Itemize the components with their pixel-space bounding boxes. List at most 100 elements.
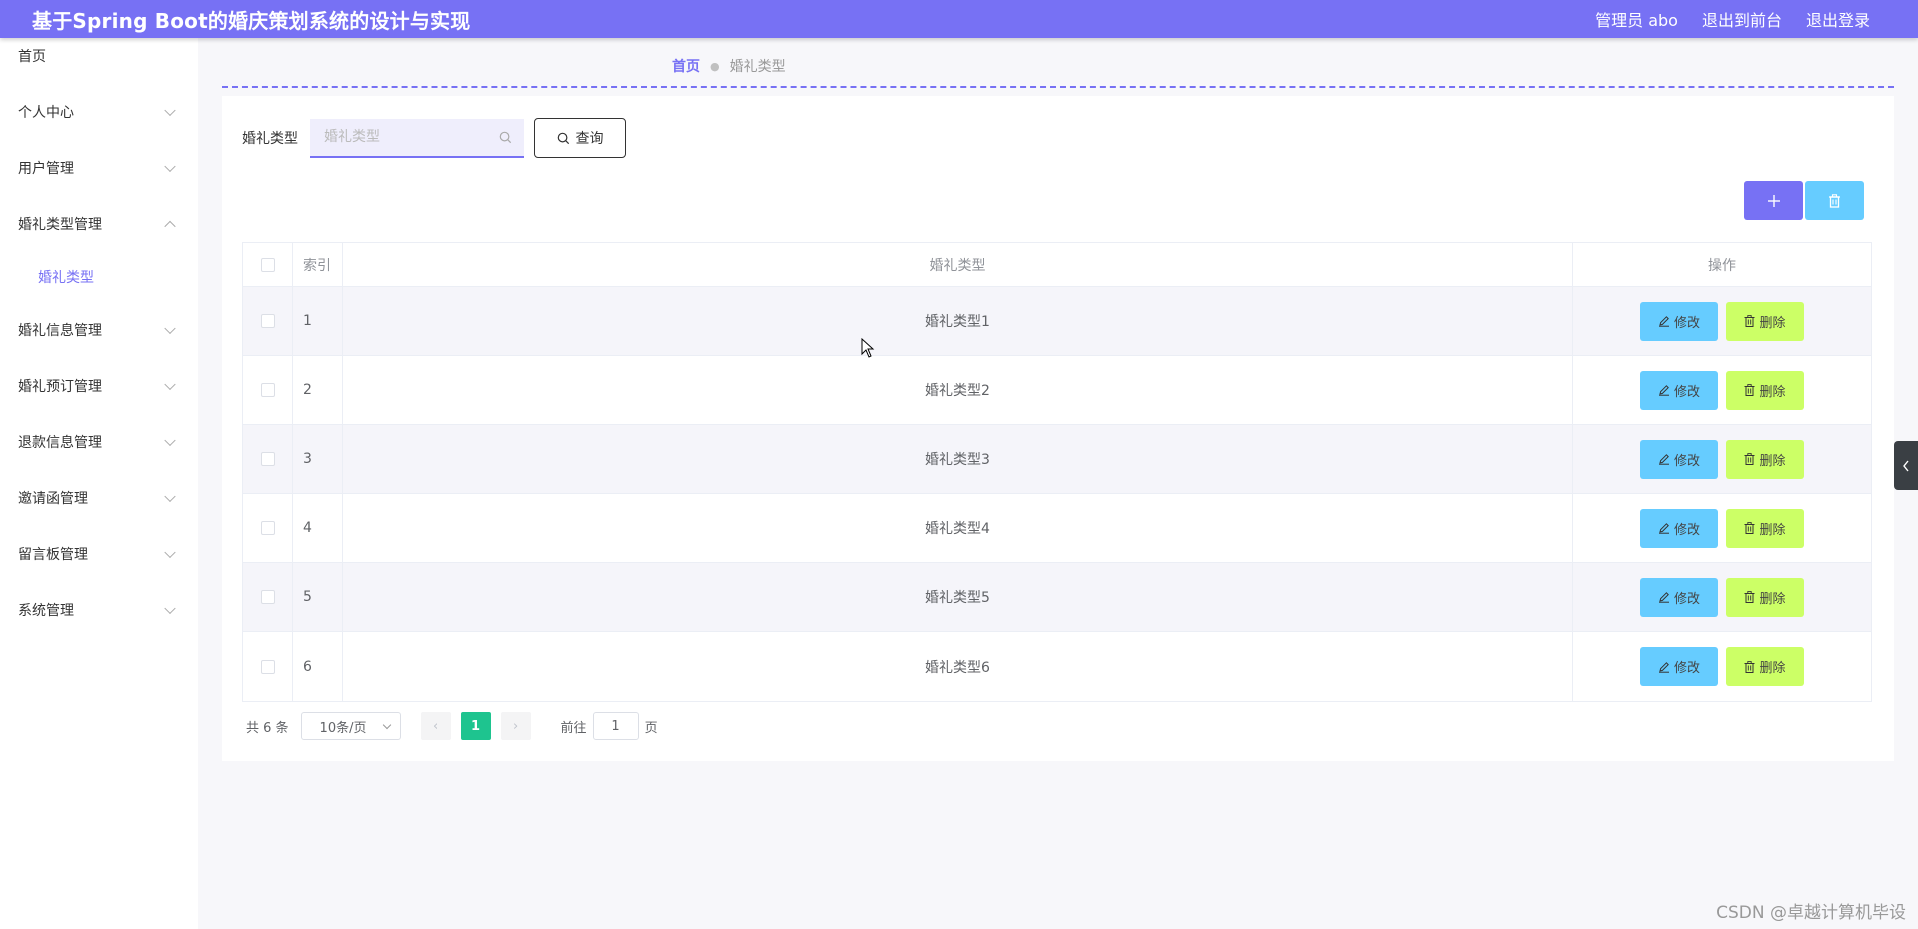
sidebar-item-wedding-info[interactable]: 婚礼信息管理 [0, 302, 198, 358]
edit-icon [1658, 592, 1669, 603]
sidebar-item-booking[interactable]: 婚礼预订管理 [0, 358, 198, 414]
toolbar [1744, 181, 1864, 220]
table-row: 6 婚礼类型6 修改 删除 [243, 632, 1871, 701]
chevron-right-icon: › [512, 718, 519, 734]
mouse-cursor-icon [861, 338, 875, 358]
app-title: 基于Spring Boot的婚庆策划系统的设计与实现 [32, 8, 471, 33]
sidebar-subitem-label: 婚礼类型 [38, 270, 94, 286]
search-icon [557, 132, 569, 144]
edit-button[interactable]: 修改 [1640, 439, 1718, 479]
sidebar-item-profile[interactable]: 个人中心 [0, 84, 198, 140]
page-size-select[interactable]: 10条/页 [300, 712, 401, 740]
sidebar-item-label: 用户管理 [18, 161, 74, 177]
chevron-down-icon [164, 490, 176, 503]
header-actions: 管理员 abo 退出到前台 退出登录 [1571, 7, 1870, 31]
row-checkbox[interactable] [260, 314, 275, 328]
logout-link[interactable]: 退出登录 [1806, 7, 1870, 31]
sidebar-subitem-wedding-type[interactable]: 婚礼类型 [0, 252, 198, 302]
select-all-checkbox[interactable] [260, 257, 275, 272]
row-wedding-type: 婚礼类型2 [343, 356, 1573, 424]
sidebar-item-label: 婚礼预订管理 [18, 379, 102, 395]
row-check-cell [243, 287, 293, 355]
delete-button[interactable]: 删除 [1726, 439, 1804, 479]
delete-button[interactable]: 删除 [1726, 370, 1804, 410]
page-suffix: 页 [644, 720, 658, 736]
search-input[interactable] [310, 128, 496, 146]
sidebar-item-label: 个人中心 [18, 105, 74, 121]
trash-icon [1744, 315, 1755, 327]
to-frontend-link[interactable]: 退出到前台 [1702, 7, 1782, 31]
row-checkbox[interactable] [260, 590, 275, 604]
row-check-cell [243, 494, 293, 562]
user-label: 管理员 abo [1595, 11, 1678, 30]
row-actions: 修改 删除 [1573, 356, 1871, 424]
sidebar-item-wedding-type-mgmt[interactable]: 婚礼类型管理 [0, 196, 198, 252]
trash-icon [1829, 193, 1840, 208]
delete-button[interactable]: 删除 [1726, 647, 1804, 686]
edit-button-label: 修改 [1673, 661, 1700, 676]
goto-page-input[interactable] [592, 712, 639, 740]
column-header-actions: 操作 [1708, 257, 1736, 274]
header-check-cell [243, 243, 293, 286]
pagination: 共 6 条 10条/页 ‹ 1 › 前往 页 [246, 712, 658, 740]
sidebar-item-refund[interactable]: 退款信息管理 [0, 414, 198, 470]
edit-button[interactable]: 修改 [1640, 508, 1718, 548]
edit-button[interactable]: 修改 [1640, 370, 1718, 410]
row-actions: 修改 删除 [1573, 425, 1871, 493]
sidebar-item-invitation[interactable]: 邀请函管理 [0, 470, 198, 526]
sidebar-item-label: 留言板管理 [18, 547, 88, 563]
search-icon [499, 131, 512, 143]
edit-button-label: 修改 [1673, 522, 1700, 538]
sidebar-item-users[interactable]: 用户管理 [0, 140, 198, 196]
collapse-panel-handle[interactable] [1894, 441, 1918, 490]
data-table: 索引 婚礼类型 操作 1 婚礼类型1 修改 删除 2 婚礼类型2 修改 删除 3 婚礼类型3 修改删… [242, 242, 1872, 702]
delete-button-label: 删除 [1759, 661, 1786, 676]
query-button[interactable]: 查询 [534, 118, 626, 158]
row-actions: 修改 删除 [1573, 563, 1871, 631]
row-index: 1 [293, 287, 343, 355]
row-checkbox[interactable] [260, 521, 275, 535]
divider [222, 86, 1894, 88]
sidebar: 首页 个人中心 用户管理 婚礼类型管理 婚礼类型 婚礼信息管理 婚礼预订管理 退… [0, 38, 198, 929]
row-checkbox[interactable] [260, 383, 275, 397]
delete-button[interactable]: 删除 [1726, 301, 1804, 341]
main-panel: 婚礼类型 查询 [222, 96, 1894, 761]
page-size-value: 10条/页 [319, 720, 367, 736]
trash-icon [1744, 660, 1755, 673]
breadcrumb-home[interactable]: 首页 [672, 56, 700, 76]
row-index: 2 [293, 356, 343, 424]
row-checkbox[interactable] [260, 659, 275, 674]
delete-button-label: 删除 [1759, 315, 1786, 331]
chevron-down-icon [164, 378, 176, 391]
row-index: 5 [293, 563, 343, 631]
row-actions: 修改 删除 [1573, 287, 1871, 355]
delete-button[interactable]: 删除 [1726, 577, 1804, 617]
prev-page-button[interactable]: ‹ [420, 712, 451, 740]
delete-button-label: 删除 [1759, 453, 1786, 469]
row-check-cell [243, 632, 293, 701]
delete-button[interactable]: 删除 [1726, 508, 1804, 548]
row-index: 4 [293, 494, 343, 562]
sidebar-item-label: 邀请函管理 [18, 491, 88, 507]
table-row: 1 婚礼类型1 修改 删除 [243, 287, 1871, 356]
edit-button[interactable]: 修改 [1640, 301, 1718, 341]
edit-button[interactable]: 修改 [1640, 577, 1718, 617]
add-button[interactable] [1744, 181, 1803, 220]
next-page-button[interactable]: › [500, 712, 531, 740]
sidebar-item-system[interactable]: 系统管理 [0, 582, 198, 638]
column-header-index: 索引 [293, 243, 343, 286]
row-wedding-type: 婚礼类型4 [343, 494, 1573, 562]
page-number-button[interactable]: 1 [460, 712, 491, 740]
edit-button-label: 修改 [1673, 315, 1700, 331]
search-label: 婚礼类型 [242, 131, 298, 147]
batch-delete-button[interactable] [1805, 181, 1864, 220]
chevron-left-icon: ‹ [432, 718, 439, 734]
row-checkbox[interactable] [260, 452, 275, 466]
chevron-down-icon [164, 322, 176, 335]
goto-label: 前往 [560, 720, 587, 736]
row-check-cell [243, 563, 293, 631]
row-check-cell [243, 425, 293, 493]
edit-button[interactable]: 修改 [1640, 647, 1718, 686]
sidebar-item-message-board[interactable]: 留言板管理 [0, 526, 198, 582]
edit-icon [1658, 385, 1669, 396]
